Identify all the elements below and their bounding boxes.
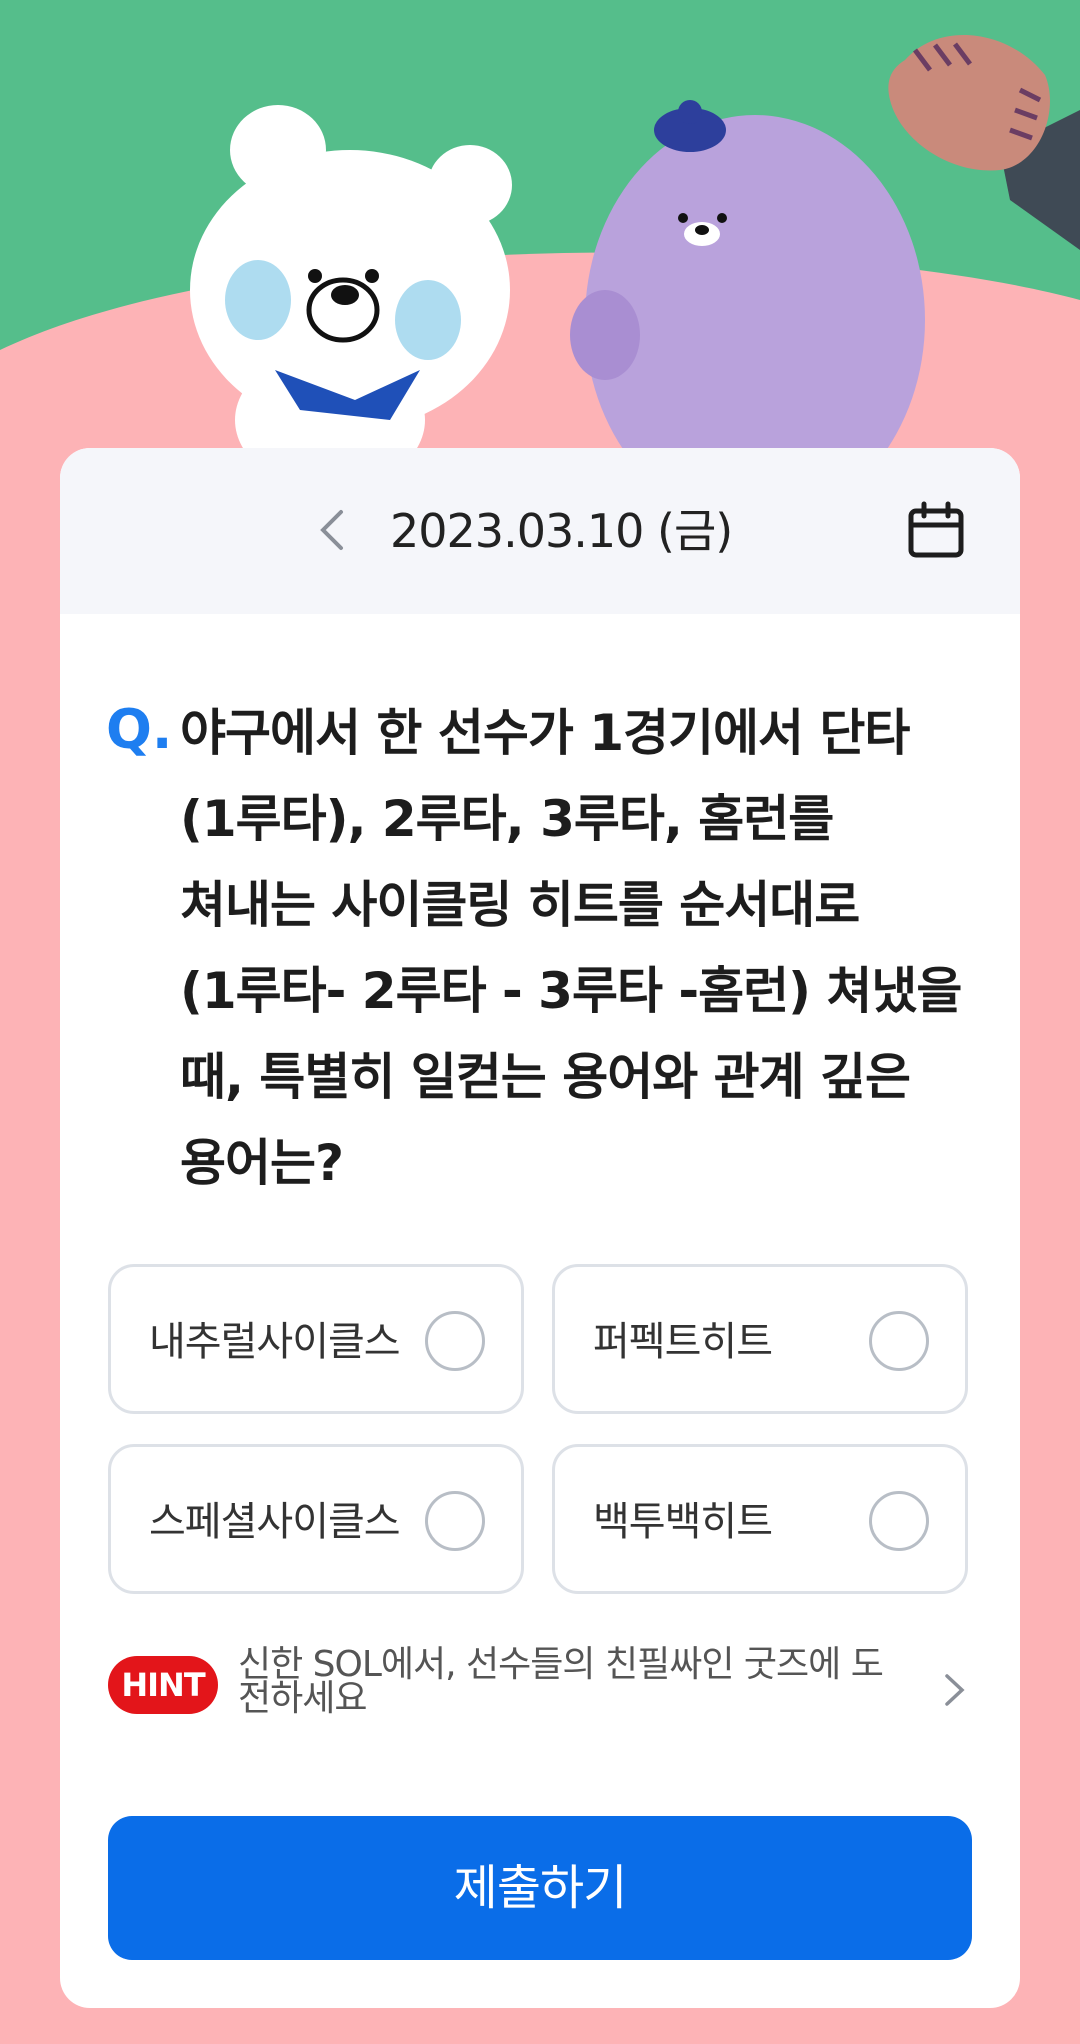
answer-option-label: 스페셜사이클스 <box>149 1499 401 1545</box>
date-bar: 2023.03.10 (금) <box>60 448 1020 614</box>
submit-button[interactable]: 제출하기 <box>108 1816 972 1960</box>
radio-button[interactable] <box>869 1491 929 1551</box>
answer-option-1[interactable]: 내추럴사이클스 <box>108 1264 524 1414</box>
answer-option-4[interactable]: 백투백히트 <box>552 1444 968 1594</box>
answer-option-label: 내추럴사이클스 <box>149 1319 401 1365</box>
calendar-button[interactable] <box>900 494 972 566</box>
quiz-card: 2023.03.10 (금) Q. 야구에서 한 선수가 1경기에서 단타(1루… <box>60 448 1020 2008</box>
chevron-right-icon <box>945 1674 965 1706</box>
radio-button[interactable] <box>425 1491 485 1551</box>
chevron-left-icon <box>320 510 343 550</box>
answer-option-label: 백투백히트 <box>593 1499 773 1545</box>
answer-option-2[interactable]: 퍼펙트히트 <box>552 1264 968 1414</box>
question-text: 야구에서 한 선수가 1경기에서 단타(1루타), 2루타, 3루타, 홈런를 … <box>180 704 962 1192</box>
previous-date-button[interactable] <box>300 498 364 562</box>
answer-option-label: 퍼펙트히트 <box>593 1319 773 1365</box>
radio-button[interactable] <box>869 1311 929 1371</box>
header-illustration <box>0 0 1080 470</box>
calendar-icon <box>908 501 964 558</box>
date-label: 2023.03.10 (금) <box>390 504 733 558</box>
hint-text: 신한 SOL에서, 선수들의 친필싸인 굿즈에 도전하세요 <box>238 1644 884 1719</box>
answer-option-3[interactable]: 스페셜사이클스 <box>108 1444 524 1594</box>
radio-button[interactable] <box>425 1311 485 1371</box>
question-mark-label: Q. <box>106 698 173 761</box>
hint-link[interactable]: HINT 신한 SOL에서, 선수들의 친필싸인 굿즈에 도전하세요 <box>108 1644 978 1758</box>
hint-badge: HINT <box>108 1656 218 1714</box>
